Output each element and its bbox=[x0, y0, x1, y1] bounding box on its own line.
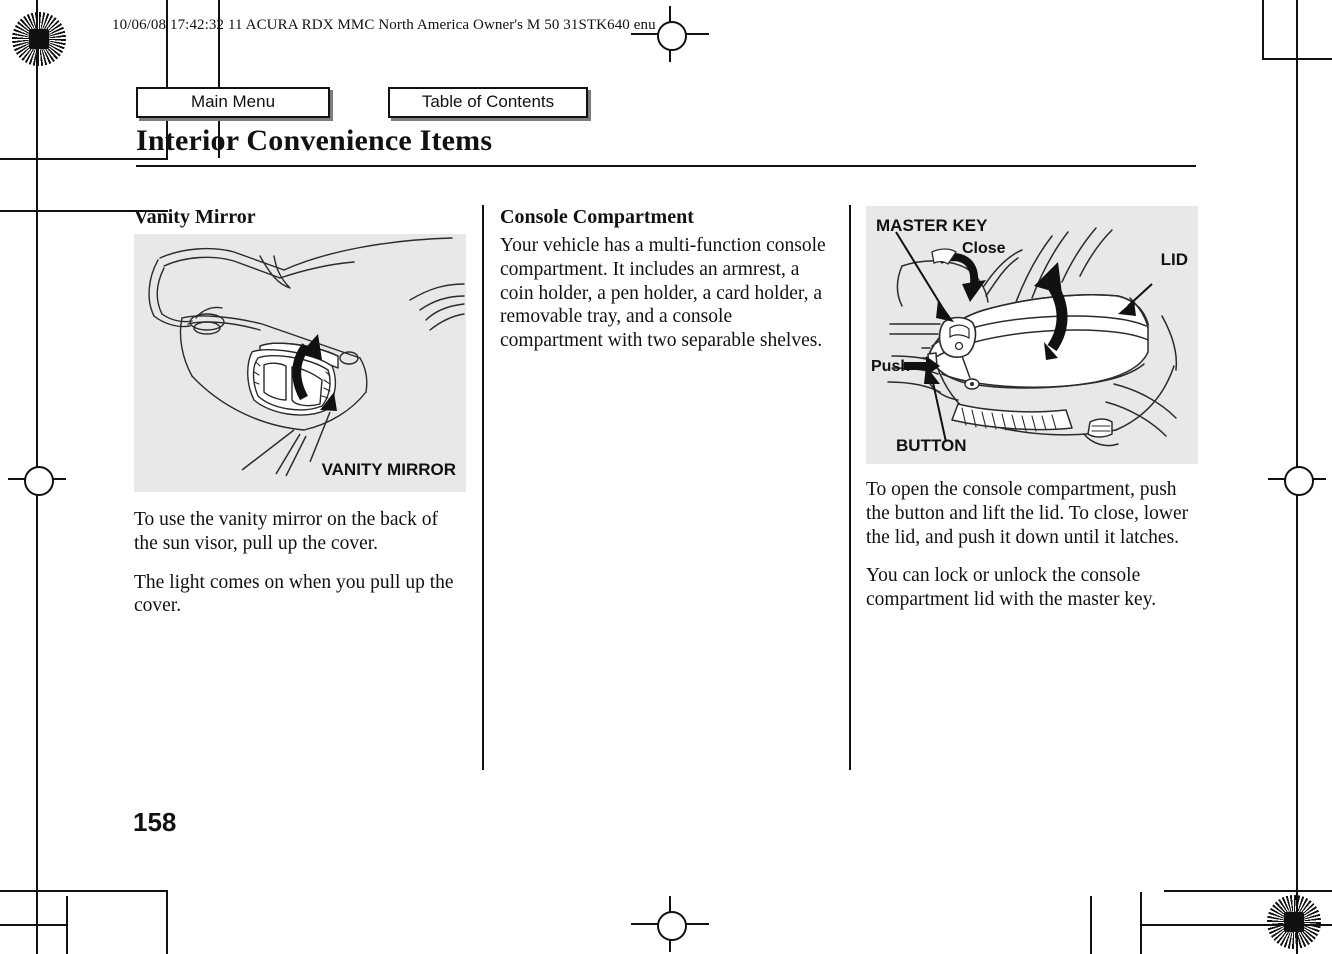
vanity-mirror-paragraph-1: To use the vanity mirror on the back of … bbox=[134, 509, 439, 554]
column-left: Vanity Mirror VANITY MIRROR To use the v… bbox=[134, 206, 466, 633]
crop-mark-bottom-right-horizontal bbox=[1164, 890, 1332, 892]
column-divider-right bbox=[849, 205, 851, 770]
navigation-bar: Main Menu Table of Contents bbox=[136, 87, 588, 118]
crop-mark-bottom-left-horizontal bbox=[0, 890, 168, 892]
console-lock-paragraph: You can lock or unlock the console compa… bbox=[866, 565, 1157, 611]
crop-mark-top-right-vertical bbox=[1262, 0, 1264, 60]
console-compartment-heading: Console Compartment bbox=[500, 206, 694, 228]
page-title: Interior Convenience Items bbox=[136, 124, 493, 157]
column-middle: Console Compartment Your vehicle has a m… bbox=[500, 206, 830, 368]
crop-mark-bottom-right-vertical-2 bbox=[1090, 896, 1092, 954]
vanity-mirror-callout-label: VANITY MIRROR bbox=[321, 460, 456, 479]
registration-crosshair-top bbox=[631, 6, 709, 62]
registration-target-top-left bbox=[12, 12, 66, 66]
close-callout-label: Close bbox=[962, 240, 1006, 257]
vanity-mirror-heading: Vanity Mirror bbox=[134, 206, 256, 228]
vanity-mirror-paragraph-2: The light comes on when you pull up the … bbox=[134, 571, 454, 617]
column-divider-left bbox=[482, 205, 484, 770]
vanity-mirror-illustration: VANITY MIRROR bbox=[134, 234, 466, 492]
page-number: 158 bbox=[133, 807, 177, 837]
crop-mark-bottom-left-vertical-2 bbox=[66, 896, 68, 954]
registration-crosshair-right bbox=[1268, 440, 1326, 518]
crop-mark-bottom-left-horizontal-2 bbox=[0, 924, 68, 926]
main-menu-button[interactable]: Main Menu bbox=[136, 87, 330, 118]
crop-mark-top-right-horizontal bbox=[1264, 58, 1332, 60]
master-key-callout-label: MASTER KEY bbox=[876, 216, 988, 235]
crop-mark-top-left-horizontal bbox=[0, 158, 168, 160]
console-compartment-paragraph-1: Your vehicle has a multi-function consol… bbox=[500, 235, 826, 352]
crop-mark-bottom-right-horizontal-2 bbox=[1140, 924, 1332, 926]
registration-crosshair-left bbox=[8, 440, 66, 518]
registration-crosshair-bottom bbox=[631, 896, 709, 952]
button-callout-label: BUTTON bbox=[896, 436, 967, 455]
title-divider bbox=[136, 165, 1196, 167]
registration-target-bottom-right bbox=[1267, 895, 1321, 949]
console-compartment-illustration: MASTER KEY Close LID Push BUTTON bbox=[866, 206, 1198, 464]
lid-callout-label: LID bbox=[1160, 250, 1188, 269]
column-right: MASTER KEY Close LID Push BUTTON To open… bbox=[866, 206, 1198, 627]
table-of-contents-button[interactable]: Table of Contents bbox=[388, 87, 588, 118]
push-callout-label: Push bbox=[871, 358, 911, 375]
crop-mark-bottom-left-vertical bbox=[166, 892, 168, 954]
crop-mark-bottom-right-vertical bbox=[1140, 892, 1142, 954]
print-stamp: 10/06/08 17:42:32 11 ACURA RDX MMC North… bbox=[112, 17, 656, 33]
console-open-paragraph: To open the console compartment, push th… bbox=[866, 479, 1189, 548]
